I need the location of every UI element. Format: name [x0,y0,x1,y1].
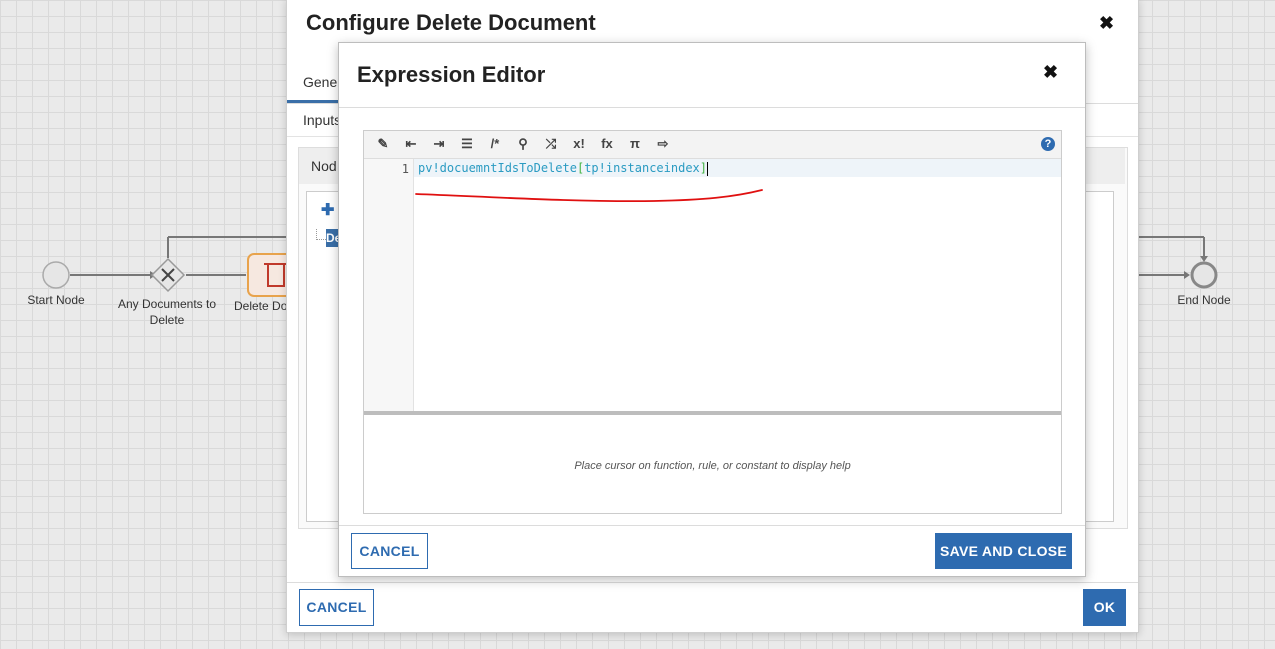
gateway-label: Any Documents to Delete [108,296,226,328]
constant-icon[interactable]: π [624,134,646,154]
flow-arrow-end [1184,271,1190,279]
ok-button[interactable]: OK [1083,589,1126,626]
help-text: Place cursor on function, rule, or const… [574,460,851,472]
shuffle-icon[interactable]: ⤮ [540,134,562,154]
line-number-gutter: 1 [364,159,414,411]
red-underline-annotation [415,189,763,203]
close-icon[interactable]: ✖ [1043,62,1058,83]
code-index: tp!instanceindex [584,161,700,175]
format-list-icon[interactable]: ☰ [456,134,478,154]
end-node-label: End Node [1177,293,1231,307]
help-panel: Place cursor on function, rule, or const… [364,415,1061,513]
flow-arrow-end-top [1200,256,1208,262]
dialog-title: Configure Delete Document [306,10,596,35]
gateway-label-line2: Delete [149,313,185,327]
outer-cancel-button[interactable]: CANCEL [299,589,374,626]
line-number: 1 [401,162,409,176]
save-and-close-button[interactable]: SAVE AND CLOSE [935,533,1072,569]
expression-editor-header-divider [339,107,1085,108]
code-input[interactable]: pv!docuemntIdsToDelete[tp!instanceindex] [414,159,1061,411]
start-node-label: Start Node [27,293,85,307]
gateway-label-line1: Any Documents to [117,297,217,311]
expression-cancel-button[interactable]: CANCEL [351,533,428,569]
start-node-circle [42,261,70,289]
help-icon[interactable]: ? [1041,137,1055,151]
node-inputs-header-text: Nod [311,158,337,174]
outdent-icon[interactable]: ⇤ [400,134,422,154]
expression-editor-title: Expression Editor [357,62,546,87]
expression-editor-footer-divider [339,525,1085,526]
tree-connector [316,229,326,240]
magic-wand-icon[interactable]: ✎ [372,134,394,154]
export-icon[interactable]: ⇨ [652,134,674,154]
rule-icon[interactable]: x! [568,134,590,154]
indent-icon[interactable]: ⇥ [428,134,450,154]
tab-inputs[interactable]: Inputs [303,112,341,128]
code-variable: pv!docuemntIdsToDelete [418,161,577,175]
function-icon[interactable]: fx [596,134,618,154]
comment-icon[interactable]: /* [484,134,506,154]
close-icon[interactable]: ✖ [1099,13,1114,34]
search-icon[interactable]: ⚲ [512,134,534,154]
code-bracket-close: ] [699,161,708,175]
plus-icon[interactable]: ✚ [321,200,334,220]
code-editor: ✎ ⇤ ⇥ ☰ /* ⚲ ⤮ x! fx π ⇨? 1 pv!docuemntIdsToDelete… [363,130,1062,514]
editor-toolbar: ✎ ⇤ ⇥ ☰ /* ⚲ ⤮ x! fx π ⇨? [364,131,1061,159]
end-node-circle [1190,261,1218,289]
footer-divider [287,582,1138,583]
tab-general[interactable]: Gene [303,74,337,90]
delete-node-label: Delete Do [234,299,286,313]
expression-code: pv!docuemntIdsToDelete[tp!instanceindex] [418,161,709,176]
text-cursor [707,161,709,176]
expression-editor-dialog: Expression Editor ✖ ✎ ⇤ ⇥ ☰ /* ⚲ ⤮ x! fx π ⇨? 1 pv… [338,42,1086,577]
